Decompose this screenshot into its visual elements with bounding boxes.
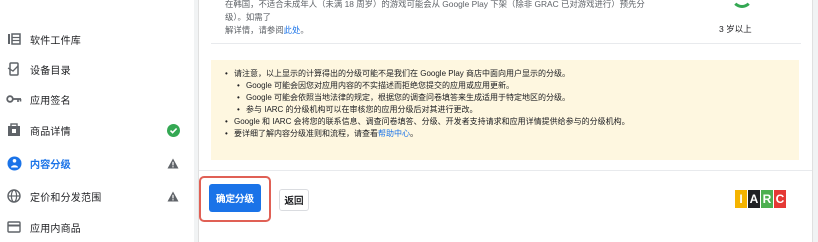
sidebar-item-label: 定价和分发范围 <box>30 192 102 204</box>
sidebar-item-label: 应用签名 <box>30 95 71 107</box>
confirm-rating-button[interactable]: 确定分级 <box>209 184 261 212</box>
sidebar-item-pricing-distribution[interactable]: 定价和分发范围 <box>0 179 194 213</box>
sidebar-item-label: 软件工件库 <box>30 35 81 47</box>
globe-icon <box>6 188 22 204</box>
rating-icon <box>6 155 22 171</box>
period: 。 <box>300 25 309 35</box>
sidebar-item-app-signing[interactable]: 应用签名 <box>0 82 194 116</box>
notice-subitem: Google 可能会依照当地法律的规定，根据您的调查问卷填答来生成适用于特定地区… <box>225 92 785 104</box>
store-icon <box>6 122 22 138</box>
library-icon <box>6 31 22 47</box>
details-link[interactable]: 此处 <box>284 25 301 35</box>
korea-rating-text: 在韩国，不适合未成年人（未满 18 周岁）的游戏可能会从 Google Play… <box>225 0 645 22</box>
main-content: 在韩国，不适合未成年人（未满 18 周岁）的游戏可能会从 Google Play… <box>194 0 818 242</box>
iarc-logo-letter: R <box>761 190 773 208</box>
divider <box>199 170 812 171</box>
devices-icon <box>6 61 22 77</box>
highlight-box: 确定分级 <box>199 176 271 222</box>
notice-item: 要详细了解内容分级准则和流程，请查看帮助中心。 <box>225 128 785 140</box>
warning-icon <box>166 156 180 170</box>
help-center-link[interactable]: 帮助中心 <box>378 129 410 138</box>
iarc-logo-letter: I <box>735 190 747 208</box>
sidebar-item-label: 商品详情 <box>30 126 71 138</box>
sidebar-item-label: 内容分级 <box>30 159 71 171</box>
sidebar-item-software-library[interactable]: 软件工件库 <box>0 22 194 56</box>
app-root: 软件工件库 设备目录 应用签名 商品详情 内容分级 定价和分发范围 应用内商品 … <box>0 0 818 242</box>
iarc-logo-letter: A <box>748 190 760 208</box>
rating-notice-box: 请注意，以上显示的计算得出的分级可能不是我们在 Google Play 商店中面… <box>211 60 799 160</box>
sidebar-item-in-app-products[interactable]: 应用内商品 <box>0 210 194 242</box>
korea-rating-note: 在韩国，不适合未成年人（未满 18 周岁）的游戏可能会从 Google Play… <box>225 0 665 37</box>
age-rating-label: 3 岁以上 <box>719 24 752 34</box>
key-icon <box>6 91 22 107</box>
sidebar-item-label: 设备目录 <box>30 65 71 77</box>
notice-item: 请注意，以上显示的计算得出的分级可能不是我们在 Google Play 商店中面… <box>225 68 785 80</box>
sidebar-item-store-listing[interactable]: 商品详情 <box>0 113 194 147</box>
notice-subitem: Google 可能会因您对应用内容的不实描述而拒绝您提交的应用或应用更新。 <box>225 80 785 92</box>
korea-rating-row: 在韩国，不适合未成年人（未满 18 周岁）的游戏可能会从 Google Play… <box>211 0 801 44</box>
sidebar-item-label: 应用内商品 <box>30 223 81 235</box>
sidebar-item-content-rating[interactable]: 内容分级 <box>0 146 194 180</box>
content-rating-card: 在韩国，不适合未成年人（未满 18 周岁）的游戏可能会从 Google Play… <box>198 0 813 242</box>
warning-icon <box>166 189 180 203</box>
notice-item: Google 和 IARC 会将您的联系信息、调查问卷填答、分级、开发者支持请求… <box>225 116 785 128</box>
period: 。 <box>410 129 418 138</box>
rating-badge-icon <box>731 0 753 8</box>
sidebar-item-device-catalog[interactable]: 设备目录 <box>0 52 194 86</box>
credit-card-icon <box>6 219 22 235</box>
iarc-logo-letter: C <box>774 190 786 208</box>
sidebar-nav: 软件工件库 设备目录 应用签名 商品详情 内容分级 定价和分发范围 应用内商品 <box>0 0 194 242</box>
notice-text: 要详细了解内容分级准则和流程，请查看 <box>234 129 378 138</box>
check-circle-icon <box>166 123 180 137</box>
korea-rating-text-cont: 解详情，请参阅 <box>225 25 284 35</box>
iarc-logo: I A R C <box>735 190 786 208</box>
notice-subitem: 参与 IARC 的分级机构可以在审核您的应用分级后对其进行更改。 <box>225 104 785 116</box>
back-button[interactable]: 返回 <box>279 189 309 211</box>
